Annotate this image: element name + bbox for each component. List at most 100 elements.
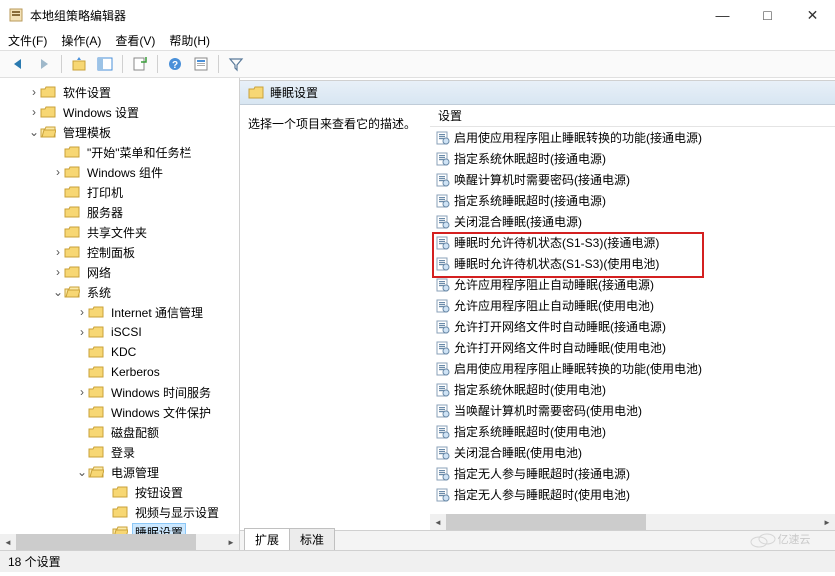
folder-icon bbox=[88, 445, 104, 459]
folder-icon bbox=[64, 285, 80, 299]
tree-node-label: Windows 设置 bbox=[60, 103, 142, 122]
folder-icon bbox=[88, 405, 104, 419]
policy-item[interactable]: 唤醒计算机时需要密码(接通电源) bbox=[430, 169, 835, 190]
tree-node[interactable]: 登录 bbox=[0, 442, 239, 462]
policy-item[interactable]: 当唤醒计算机时需要密码(使用电池) bbox=[430, 400, 835, 421]
policy-icon bbox=[436, 257, 450, 271]
tree-node[interactable]: 睡眠设置 bbox=[0, 522, 239, 534]
tree-node[interactable]: 服务器 bbox=[0, 202, 239, 222]
tree-node[interactable]: ›Windows 组件 bbox=[0, 162, 239, 182]
close-button[interactable]: ✕ bbox=[790, 0, 835, 30]
folder-icon bbox=[64, 165, 80, 179]
show-hide-tree-button[interactable] bbox=[93, 53, 117, 75]
policy-label: 睡眠时允许待机状态(S1-S3)(接通电源) bbox=[454, 234, 659, 251]
folder-icon bbox=[64, 225, 80, 239]
menu-file[interactable]: 文件(F) bbox=[8, 32, 47, 49]
policy-label: 允许应用程序阻止自动睡眠(使用电池) bbox=[454, 297, 654, 314]
policy-item[interactable]: 允许打开网络文件时自动睡眠(使用电池) bbox=[430, 337, 835, 358]
expand-icon[interactable]: › bbox=[28, 105, 40, 119]
minimize-button[interactable]: — bbox=[700, 0, 745, 30]
maximize-button[interactable]: □ bbox=[745, 0, 790, 30]
tree-node[interactable]: ›软件设置 bbox=[0, 82, 239, 102]
policy-icon bbox=[436, 362, 450, 376]
filter-button[interactable] bbox=[224, 53, 248, 75]
policy-item[interactable]: 允许打开网络文件时自动睡眠(接通电源) bbox=[430, 316, 835, 337]
expand-icon[interactable]: › bbox=[28, 85, 40, 99]
policy-item[interactable]: 指定系统休眠超时(使用电池) bbox=[430, 379, 835, 400]
folder-icon bbox=[88, 325, 104, 339]
tree-node[interactable]: 按钮设置 bbox=[0, 482, 239, 502]
tree-node[interactable]: ⌄管理模板 bbox=[0, 122, 239, 142]
tree-node[interactable]: › 控制面板 bbox=[0, 242, 239, 262]
policy-icon bbox=[436, 404, 450, 418]
policy-label: 启用使应用程序阻止睡眠转换的功能(使用电池) bbox=[454, 360, 702, 377]
policy-item[interactable]: 指定无人参与睡眠超时(接通电源) bbox=[430, 463, 835, 484]
export-button[interactable] bbox=[128, 53, 152, 75]
tree-node[interactable]: ⌄电源管理 bbox=[0, 462, 239, 482]
folder-icon bbox=[248, 86, 264, 100]
tree-node[interactable]: ›网络 bbox=[0, 262, 239, 282]
policy-item[interactable]: 指定无人参与睡眠超时(使用电池) bbox=[430, 484, 835, 505]
tree-panel: ›软件设置›Windows 设置⌄管理模板"开始"菜单和任务栏›Windows … bbox=[0, 78, 240, 550]
list-header[interactable]: 设置 bbox=[430, 105, 835, 127]
policy-item[interactable]: 允许应用程序阻止自动睡眠(接通电源) bbox=[430, 274, 835, 295]
tree-node-label: Kerberos bbox=[108, 364, 163, 380]
tree-node-label: 控制面板 bbox=[84, 243, 138, 262]
settings-list[interactable]: 启用使应用程序阻止睡眠转换的功能(接通电源)指定系统休眠超时(接通电源) 唤醒计算… bbox=[430, 127, 835, 512]
policy-item[interactable]: 睡眠时允许待机状态(S1-S3)(接通电源) bbox=[430, 232, 835, 253]
expand-icon[interactable]: › bbox=[76, 305, 88, 319]
tree-node[interactable]: 磁盘配额 bbox=[0, 422, 239, 442]
expand-icon[interactable]: › bbox=[52, 165, 64, 179]
tree-node[interactable]: Windows 文件保护 bbox=[0, 402, 239, 422]
expand-icon[interactable]: › bbox=[76, 325, 88, 339]
tree-node[interactable]: 打印机 bbox=[0, 182, 239, 202]
policy-item[interactable]: 关闭混合睡眠(使用电池) bbox=[430, 442, 835, 463]
policy-item[interactable]: 启用使应用程序阻止睡眠转换的功能(接通电源) bbox=[430, 127, 835, 148]
policy-item[interactable]: 启用使应用程序阻止睡眠转换的功能(使用电池) bbox=[430, 358, 835, 379]
folder-icon bbox=[112, 485, 128, 499]
tree-node[interactable]: Kerberos bbox=[0, 362, 239, 382]
tab-standard[interactable]: 标准 bbox=[289, 528, 335, 550]
expand-icon[interactable]: › bbox=[52, 245, 64, 259]
policy-item[interactable]: 睡眠时允许待机状态(S1-S3)(使用电池) bbox=[430, 253, 835, 274]
collapse-icon[interactable]: ⌄ bbox=[28, 125, 40, 139]
menu-view[interactable]: 查看(V) bbox=[115, 32, 155, 49]
status-bar: 18 个设置 bbox=[0, 550, 835, 572]
collapse-icon[interactable]: ⌄ bbox=[76, 465, 88, 479]
menu-help[interactable]: 帮助(H) bbox=[169, 32, 210, 49]
tree-node[interactable]: › Windows 设置 bbox=[0, 102, 239, 122]
policy-icon bbox=[436, 383, 450, 397]
title-bar: 本地组策略编辑器 — □ ✕ bbox=[0, 0, 835, 30]
collapse-icon[interactable]: ⌄ bbox=[52, 285, 64, 299]
column-header-setting[interactable]: 设置 bbox=[438, 107, 462, 124]
folder-icon bbox=[64, 245, 80, 259]
folder-icon bbox=[88, 385, 104, 399]
policy-item[interactable]: 关闭混合睡眠(接通电源) bbox=[430, 211, 835, 232]
tree-node[interactable]: ›iSCSI bbox=[0, 322, 239, 342]
expand-icon[interactable]: › bbox=[76, 385, 88, 399]
tree-node[interactable]: ›Windows 时间服务 bbox=[0, 382, 239, 402]
tree-node[interactable]: "开始"菜单和任务栏 bbox=[0, 142, 239, 162]
properties-button[interactable] bbox=[189, 53, 213, 75]
tree-node-label: 磁盘配额 bbox=[108, 423, 162, 442]
menu-action[interactable]: 操作(A) bbox=[61, 32, 101, 49]
policy-item[interactable]: 指定系统睡眠超时(使用电池) bbox=[430, 421, 835, 442]
tree-node[interactable]: ›Internet 通信管理 bbox=[0, 302, 239, 322]
tree-node[interactable]: 共享文件夹 bbox=[0, 222, 239, 242]
tab-extended[interactable]: 扩展 bbox=[244, 528, 290, 550]
help-button[interactable]: ? bbox=[163, 53, 187, 75]
policy-label: 指定无人参与睡眠超时(使用电池) bbox=[454, 486, 630, 503]
policy-item[interactable]: 指定系统睡眠超时(接通电源) bbox=[430, 190, 835, 211]
forward-button[interactable] bbox=[32, 53, 56, 75]
policy-label: 唤醒计算机时需要密码(接通电源) bbox=[454, 171, 630, 188]
tree-node[interactable]: KDC bbox=[0, 342, 239, 362]
tree-node[interactable]: 视频与显示设置 bbox=[0, 502, 239, 522]
back-button[interactable] bbox=[6, 53, 30, 75]
policy-item[interactable]: 允许应用程序阻止自动睡眠(使用电池) bbox=[430, 295, 835, 316]
policy-item[interactable]: 指定系统休眠超时(接通电源) bbox=[430, 148, 835, 169]
up-button[interactable] bbox=[67, 53, 91, 75]
tree-horizontal-scrollbar[interactable]: ◄► bbox=[0, 534, 239, 550]
expand-icon[interactable]: › bbox=[52, 265, 64, 279]
tree-scroll[interactable]: ›软件设置›Windows 设置⌄管理模板"开始"菜单和任务栏›Windows … bbox=[0, 78, 239, 534]
tree-node[interactable]: ⌄系统 bbox=[0, 282, 239, 302]
